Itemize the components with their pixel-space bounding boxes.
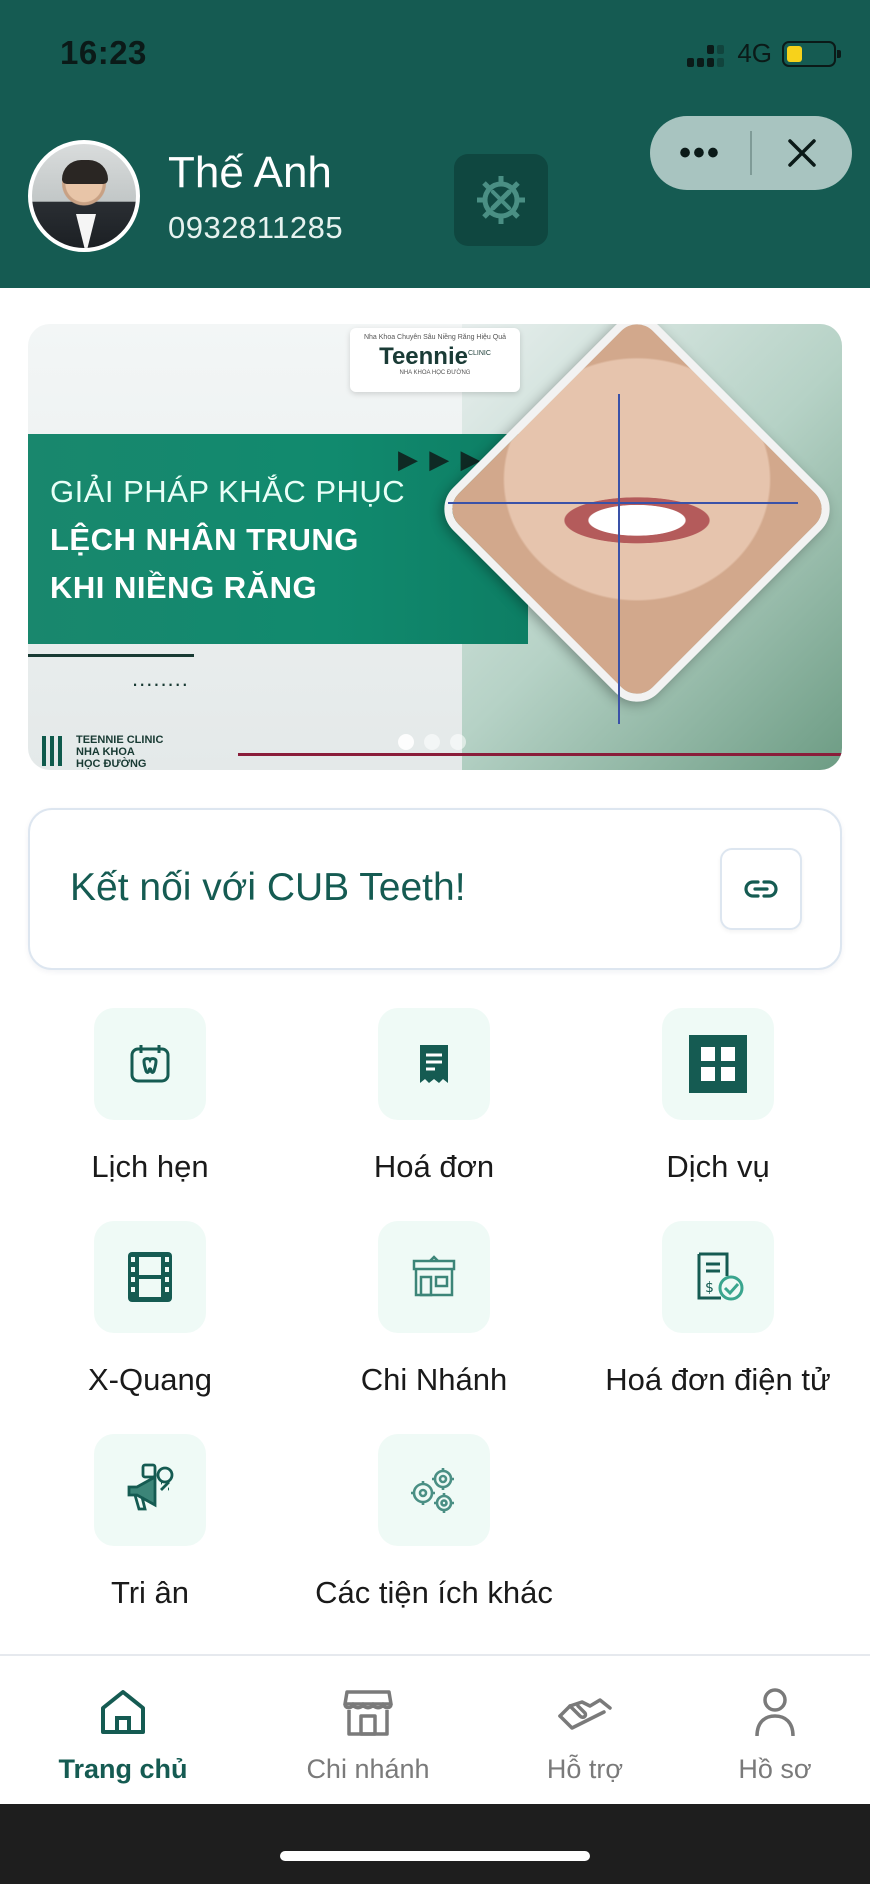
- more-dots-icon[interactable]: •••: [650, 116, 750, 190]
- mini-app-capsule: •••: [650, 116, 852, 190]
- menu-label: Các tiện ích khác: [315, 1575, 553, 1610]
- film-strip-icon: [94, 1221, 206, 1333]
- logo-brand: TeennieCLINIC: [350, 341, 520, 370]
- status-indicators: 4G: [687, 38, 841, 69]
- cellular-signal-icon: [687, 41, 727, 67]
- connect-card[interactable]: Kết nối với CUB Teeth!: [28, 808, 842, 970]
- nav-branches[interactable]: Chi nhánh: [268, 1682, 468, 1785]
- app-header: 16:23 4G Thế Anh 0932811285 •••: [0, 0, 870, 288]
- footer-line-3: HỌC ĐƯỜNG: [76, 758, 147, 770]
- battery-icon: [782, 40, 841, 67]
- e-invoice-icon: $: [662, 1221, 774, 1333]
- nav-support[interactable]: Hỗ trợ: [485, 1682, 685, 1785]
- teennie-logo: Nha Khoa Chuyên Sâu Niềng Răng Hiệu Quả …: [350, 328, 520, 392]
- banner-headline-1: GIẢI PHÁP KHẮC PHỤC: [50, 474, 406, 509]
- logo-tagline: Nha Khoa Chuyên Sâu Niềng Răng Hiệu Quả: [363, 334, 507, 341]
- system-home-area: [0, 1804, 870, 1884]
- menu-label: Hoá đơn: [373, 1149, 495, 1184]
- menu-branches[interactable]: Chi Nhánh: [289, 1221, 579, 1403]
- user-name: Thế Anh: [168, 148, 332, 197]
- menu-gratitude[interactable]: Tri ân: [5, 1434, 295, 1616]
- handshake-icon: [485, 1682, 685, 1742]
- nav-label: Hồ sơ: [738, 1754, 812, 1784]
- banner-dotted-line: ........: [132, 666, 189, 691]
- home-indicator[interactable]: [280, 1851, 590, 1861]
- banner-footer-line: [238, 753, 842, 756]
- close-icon: [788, 139, 816, 167]
- midline-vertical: [618, 394, 620, 724]
- menu-label: X-Quang: [87, 1362, 213, 1397]
- nav-label: Hỗ trợ: [546, 1754, 624, 1784]
- banner-headline-2: LỆCH NHÂN TRUNG: [50, 522, 359, 557]
- banner-divider: [28, 654, 194, 657]
- menu-invoices[interactable]: Hoá đơn: [289, 1008, 579, 1190]
- menu-label: Lịch hẹn: [91, 1149, 209, 1184]
- grid-squares-icon: [662, 1008, 774, 1120]
- home-icon: [23, 1682, 223, 1742]
- banner-headline-3: KHI NIỀNG RĂNG: [50, 570, 318, 605]
- footer-line-2: NHA KHOA: [76, 746, 135, 758]
- carousel-dot[interactable]: [398, 734, 414, 750]
- avatar[interactable]: [28, 140, 140, 252]
- user-icon: [675, 1682, 870, 1742]
- store-icon: [268, 1682, 468, 1742]
- menu-other-utilities[interactable]: Các tiện ích khác: [289, 1434, 579, 1616]
- menu-label: Chi Nhánh: [360, 1362, 508, 1397]
- connect-link-button[interactable]: [720, 848, 802, 930]
- banner-footer-bars: [42, 736, 62, 766]
- megaphone-icon: [94, 1434, 206, 1546]
- menu-label: Dịch vụ: [666, 1149, 770, 1184]
- connect-text: Kết nối với CUB Teeth!: [70, 866, 466, 909]
- footer-line-1: TEENNIE CLINIC: [76, 734, 164, 746]
- network-type: 4G: [737, 38, 772, 68]
- carousel-indicator[interactable]: [398, 734, 466, 750]
- calendar-tooth-icon: [94, 1008, 206, 1120]
- battery-level: [787, 45, 803, 62]
- promo-banner[interactable]: ▶ ▶ ▶ GIẢI PHÁP KHẮC PHỤC LỆCH NHÂN TRUN…: [28, 324, 842, 770]
- menu-services[interactable]: Dịch vụ: [573, 1008, 863, 1190]
- nav-profile[interactable]: Hồ sơ: [675, 1682, 870, 1785]
- midline-horizontal: [448, 502, 798, 504]
- logo-brand-sup: CLINIC: [467, 350, 491, 357]
- status-time: 16:23: [60, 34, 147, 71]
- close-button[interactable]: [752, 137, 852, 169]
- logo-sub: NHA KHOA HỌC ĐƯỜNG: [399, 370, 471, 376]
- menu-label: Tri ân: [110, 1575, 190, 1610]
- svg-text:$: $: [705, 1280, 714, 1296]
- nav-label: Trang chủ: [58, 1754, 188, 1784]
- store-icon: [378, 1221, 490, 1333]
- menu-label: Hoá đơn điện tử: [605, 1362, 831, 1397]
- settings-button[interactable]: [454, 154, 548, 246]
- receipt-icon: [378, 1008, 490, 1120]
- link-icon: [744, 880, 778, 898]
- menu-e-invoice[interactable]: $ Hoá đơn điện tử: [573, 1221, 863, 1403]
- menu-xray[interactable]: X-Quang: [5, 1221, 295, 1403]
- logo-brand-text: Teennie: [379, 343, 468, 370]
- nav-label: Chi nhánh: [306, 1754, 430, 1784]
- gears-icon: [378, 1434, 490, 1546]
- banner-footer-text: TEENNIE CLINIC NHA KHOA HỌC ĐƯỜNG: [76, 734, 163, 770]
- carousel-dot[interactable]: [450, 734, 466, 750]
- nav-home[interactable]: Trang chủ: [23, 1682, 223, 1785]
- bottom-navigation: Trang chủ Chi nhánh Hỗ trợ Hồ sơ: [0, 1654, 870, 1804]
- carousel-dot[interactable]: [424, 734, 440, 750]
- menu-appointments[interactable]: Lịch hẹn: [5, 1008, 295, 1190]
- user-phone: 0932811285: [168, 210, 344, 245]
- gear-wrench-icon: [477, 176, 525, 224]
